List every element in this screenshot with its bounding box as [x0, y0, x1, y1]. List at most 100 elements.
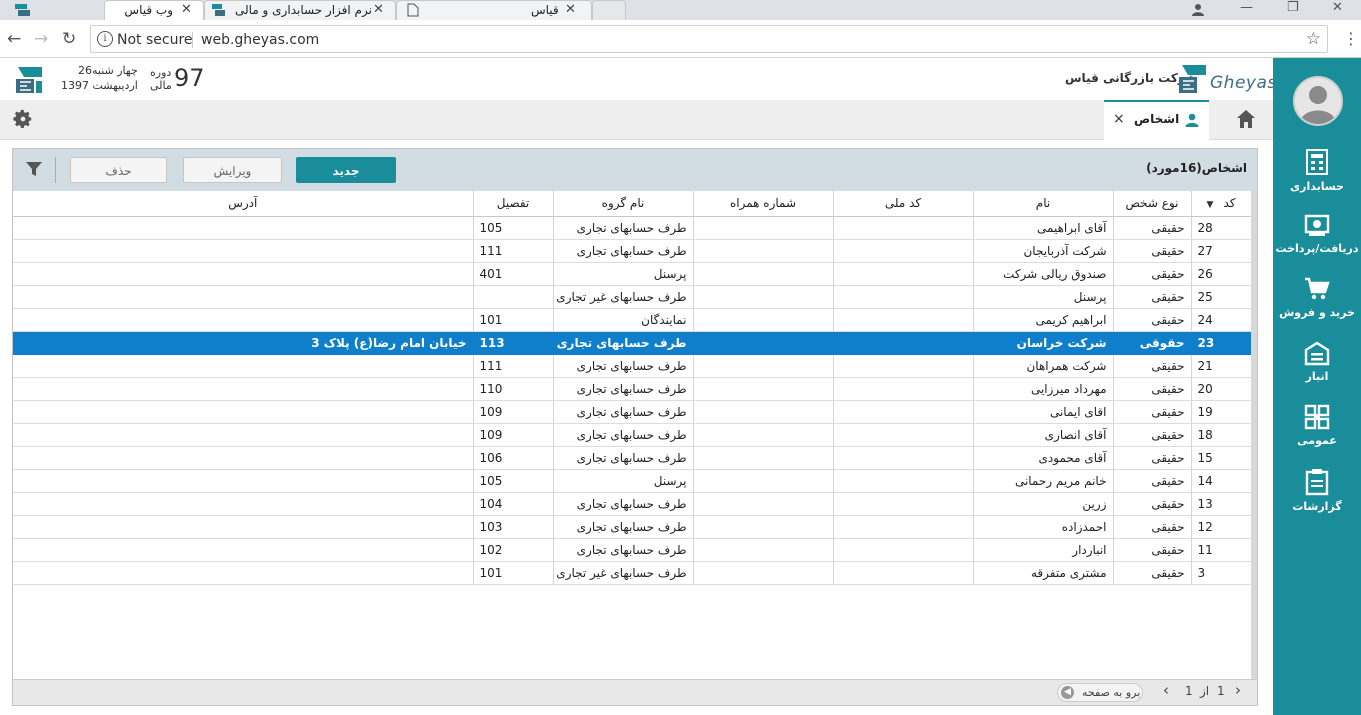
cell-type: حقیقی — [1113, 216, 1192, 240]
minimize-icon[interactable]: — — [1240, 0, 1253, 15]
table-row[interactable]: 14 حقیقی خانم مریم رحمانی پرسنل 105 — [13, 469, 1252, 493]
close-icon[interactable]: × — [1113, 111, 1125, 127]
table-row[interactable]: 13 حقیقی زرین طرف حسابهای تجاری 104 — [13, 492, 1252, 516]
cell-mobile — [693, 354, 834, 378]
next-page-icon[interactable]: › — [1235, 681, 1241, 699]
cell-type: حقیقی — [1113, 308, 1192, 332]
cell-address — [13, 469, 474, 493]
cell-type: حقیقی — [1113, 446, 1192, 470]
table-row[interactable]: 3 حقیقی مشتری متفرقه طرف حسابهای غیر تجاری 1… — [13, 561, 1252, 585]
url-text[interactable]: web.gheyas.com — [201, 32, 319, 48]
cell-address — [13, 308, 474, 332]
cell-national-id — [833, 492, 974, 516]
cell-type: حقیقی — [1113, 561, 1192, 585]
profile-icon[interactable] — [1190, 1, 1206, 17]
column-header-detail[interactable]: تفصیل — [473, 191, 554, 217]
persons-table: کد ▼ نوع شخص نام کد ملی شماره همراه نام گ… — [13, 191, 1252, 585]
column-header-name[interactable]: نام — [973, 191, 1114, 217]
sidebar-item-payments[interactable]: دریافت/پرداخت — [1273, 212, 1361, 268]
table-row[interactable]: 24 حقیقی ابراهیم کریمی نمایندگان 101 — [13, 308, 1252, 332]
back-icon[interactable]: ← — [7, 29, 21, 49]
cell-group: طرف حسابهای تجاری — [553, 515, 694, 539]
gheyas-favicon — [212, 4, 225, 16]
sidebar-item-label: گزارشات — [1292, 500, 1342, 513]
table-row[interactable]: 11 حقیقی انباردار طرف حسابهای تجاری 102 — [13, 538, 1252, 562]
cell-mobile — [693, 400, 834, 424]
table-row[interactable]: 25 حقیقی پرسنل طرف حسابهای غیر تجاری — [13, 285, 1252, 309]
close-window-icon[interactable]: ✕ — [1332, 0, 1343, 15]
cell-address — [13, 446, 474, 470]
table-row[interactable]: 26 حقیقی صندوق ریالی شرکت پرسنل 401 — [13, 262, 1252, 286]
column-header-code[interactable]: کد ▼ — [1191, 191, 1252, 217]
cell-address: خیابان امام رضا(ع) پلاک 3 — [13, 331, 474, 355]
table-row[interactable]: 18 حقیقی آقای انصاری طرف حسابهای تجاری 109 — [13, 423, 1252, 447]
page-total: 1 — [1185, 684, 1193, 698]
browser-tab-gheyas[interactable]: قیاس ✕ — [396, 0, 592, 20]
cell-mobile — [693, 515, 834, 539]
reload-icon[interactable]: ↻ — [62, 29, 76, 49]
avatar[interactable] — [1293, 76, 1343, 126]
divider — [55, 157, 56, 183]
column-header-mobile[interactable]: شماره همراه — [693, 191, 834, 217]
reports-icon — [1305, 469, 1329, 496]
forward-icon[interactable]: → — [34, 29, 48, 49]
cell-address — [13, 538, 474, 562]
sidebar-item-accounting[interactable]: حسابداری — [1273, 148, 1361, 204]
column-header-national-id[interactable]: کد ملی — [833, 191, 974, 217]
column-header-type[interactable]: نوع شخص — [1113, 191, 1192, 217]
browser-menu-icon[interactable]: ⋮ — [1343, 29, 1359, 48]
cell-mobile — [693, 423, 834, 447]
cell-group: طرف حسابهای تجاری — [553, 423, 694, 447]
sidebar-item-reports[interactable]: گزارشات — [1273, 468, 1361, 524]
cell-name: آقای انصاری — [973, 423, 1114, 447]
gear-icon[interactable] — [12, 108, 34, 130]
table-row[interactable]: 20 حقیقی مهرداد میرزایی طرف حسابهای تجاری 11… — [13, 377, 1252, 401]
sort-caret-icon[interactable]: ▼ — [1207, 200, 1214, 210]
new-button[interactable]: جدید — [296, 157, 396, 183]
close-icon[interactable]: ✕ — [565, 2, 576, 17]
user-avatar-icon — [1300, 86, 1336, 124]
home-icon[interactable] — [1235, 108, 1257, 130]
edit-button[interactable]: ویرایش — [183, 157, 282, 183]
column-header-address[interactable]: آدرس — [13, 191, 474, 217]
prev-page-icon[interactable]: ‹ — [1163, 681, 1169, 699]
close-icon[interactable]: ✕ — [181, 2, 192, 17]
table-row[interactable]: 23 حقوقی شرکت خراسان طرف حسابهای تجاری 113 خی… — [13, 331, 1252, 355]
vertical-scrollbar[interactable] — [1251, 191, 1257, 679]
cell-code: 20 — [1191, 377, 1252, 401]
info-icon[interactable]: i — [97, 31, 113, 47]
browser-tab-web-gheyas[interactable]: وب قیاس ✕ — [104, 0, 204, 20]
column-header-group[interactable]: نام گروه — [553, 191, 694, 217]
table-row[interactable]: 19 حقیقی اقای ایمانی طرف حسابهای تجاری 109 — [13, 400, 1252, 424]
browser-tab-title: قیاس — [531, 3, 559, 17]
not-secure-label[interactable]: Not secure — [117, 32, 193, 48]
general-icon — [1304, 404, 1330, 430]
sidebar-item-sales[interactable]: خرید و فروش — [1273, 276, 1361, 332]
browser-tab-accounting[interactable]: نرم افزار حسابداری و مالی ✕ — [204, 0, 396, 20]
tab-persons[interactable]: × اشخاص — [1104, 100, 1209, 140]
table-row[interactable]: 15 حقیقی آقای محمودی طرف حسابهای تجاری 106 — [13, 446, 1252, 470]
goto-page-button[interactable]: ◀ برو به صفحه — [1057, 683, 1143, 702]
bookmark-star-icon[interactable]: ☆ — [1306, 29, 1321, 49]
cell-group: طرف حسابهای تجاری — [553, 400, 694, 424]
cell-detail: 106 — [473, 446, 554, 470]
close-icon[interactable]: ✕ — [373, 2, 384, 17]
filter-icon[interactable] — [25, 160, 43, 178]
new-tab-button[interactable] — [592, 0, 626, 20]
restore-icon[interactable]: ❐ — [1287, 0, 1299, 15]
table-row[interactable]: 27 حقیقی شرکت آذربایجان طرف حسابهای تجاری 11… — [13, 239, 1252, 263]
cell-detail: 401 — [473, 262, 554, 286]
fiscal-period-number[interactable]: 97 — [174, 64, 205, 92]
cell-group: طرف حسابهای غیر تجاری — [553, 561, 694, 585]
table-row[interactable]: 12 حقیقی احمدزاده طرف حسابهای تجاری 103 — [13, 515, 1252, 539]
table-row[interactable]: 21 حقیقی شرکت همراهان طرف حسابهای تجاری 111 — [13, 354, 1252, 378]
sidebar-item-warehouse[interactable]: انبار — [1273, 340, 1361, 396]
cell-name: شرکت آذربایجان — [973, 239, 1114, 263]
payment-icon — [1304, 214, 1330, 236]
address-bar[interactable]: i Not secure web.gheyas.com ☆ — [90, 25, 1328, 53]
app-header: چهار شنبه26 اردیبهشت 1397 دوره مالی 97 ش… — [0, 58, 1276, 100]
sidebar-item-general[interactable]: عمومی — [1273, 404, 1361, 460]
delete-button[interactable]: حذف — [70, 157, 167, 183]
table-row[interactable]: 28 حقیقی آقای ابراهیمی طرف حسابهای تجاری 105 — [13, 216, 1252, 240]
cell-code: 18 — [1191, 423, 1252, 447]
